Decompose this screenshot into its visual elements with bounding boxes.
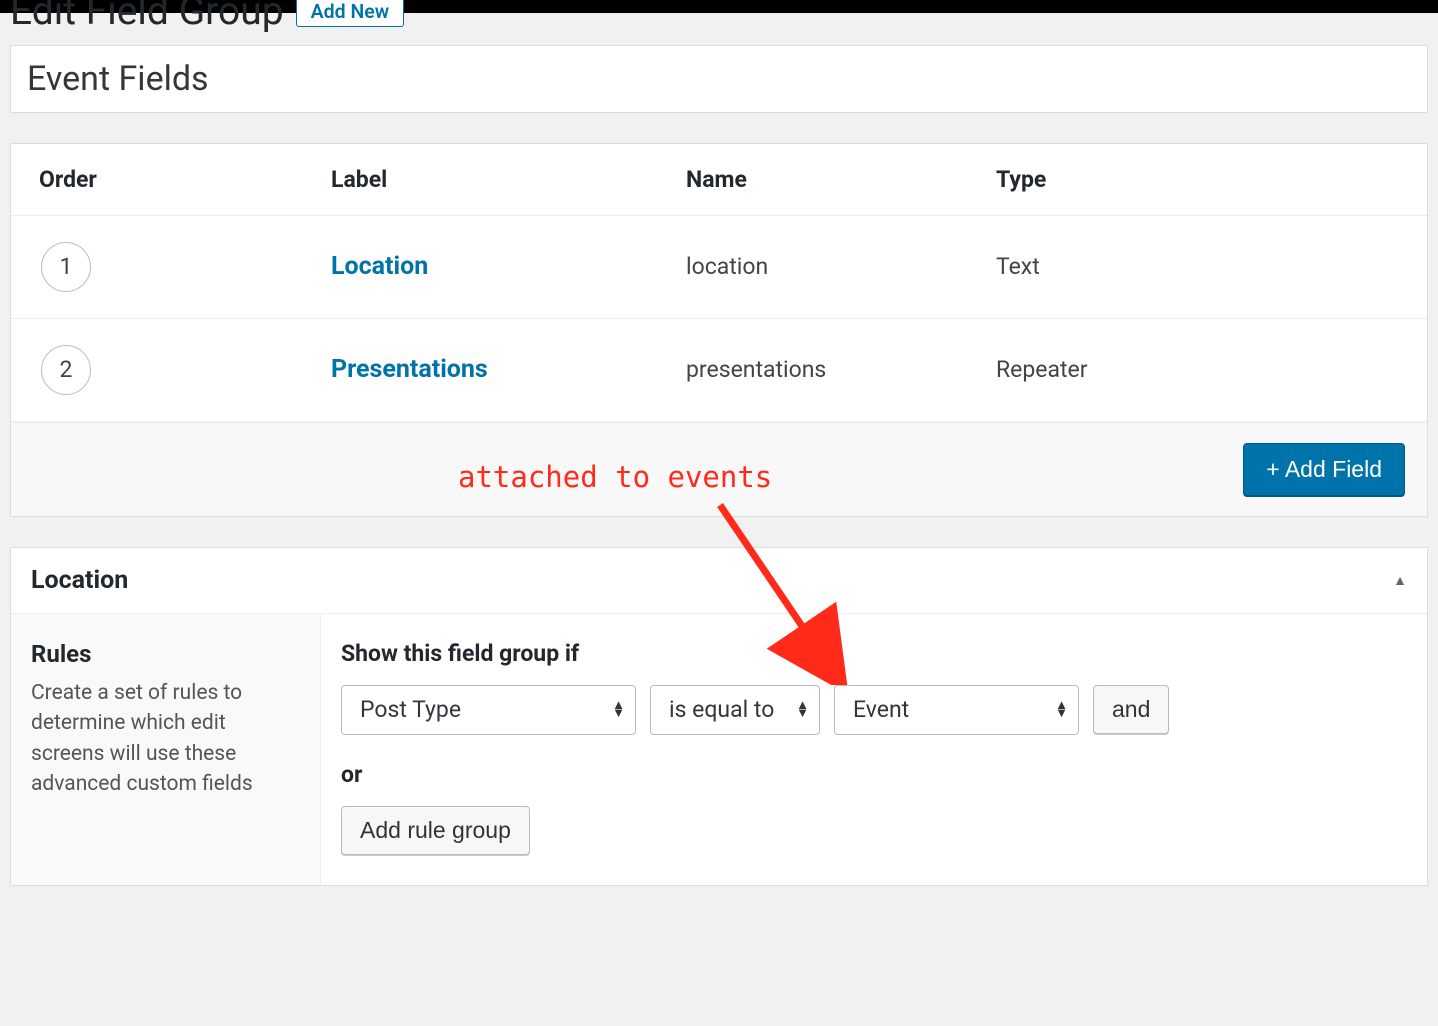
- location-panel-title: Location: [31, 566, 128, 595]
- add-new-button[interactable]: Add New: [296, 0, 405, 27]
- field-name-cell: location: [666, 215, 976, 318]
- page-title: Edit Field Group: [10, 0, 284, 33]
- fields-panel-footer: + Add Field: [11, 422, 1427, 516]
- select-stepper-icon: ▲▼: [796, 702, 809, 718]
- rules-description: Create a set of rules to determine which…: [31, 678, 300, 800]
- rules-sidebar: Rules Create a set of rules to determine…: [11, 614, 321, 885]
- rule-param-value: Post Type: [360, 696, 461, 723]
- rules-heading: Rules: [31, 640, 300, 668]
- rule-operator-value: is equal to: [669, 696, 774, 723]
- field-type-cell: Text: [976, 215, 1427, 318]
- rule-and-button[interactable]: and: [1093, 685, 1169, 734]
- rule-operator-select[interactable]: is equal to ▲▼: [650, 685, 820, 735]
- rule-param-select[interactable]: Post Type ▲▼: [341, 685, 636, 735]
- location-panel: Location ▲ Rules Create a set of rules t…: [10, 547, 1428, 886]
- fields-panel: Order Label Name Type 1 Location locatio…: [10, 143, 1428, 517]
- rules-area: Show this field group if Post Type ▲▼ is…: [321, 614, 1427, 885]
- col-header-type: Type: [976, 144, 1427, 216]
- order-badge[interactable]: 2: [41, 345, 91, 395]
- col-header-name: Name: [666, 144, 976, 216]
- rule-value-select[interactable]: Event ▲▼: [834, 685, 1079, 735]
- title-input-value: Event Fields: [27, 59, 1411, 99]
- add-field-button[interactable]: + Add Field: [1243, 443, 1405, 496]
- field-name-cell: presentations: [666, 318, 976, 421]
- rule-or-label: or: [341, 761, 1407, 788]
- field-label-link[interactable]: Location: [331, 252, 428, 281]
- collapse-toggle-icon[interactable]: ▲: [1393, 572, 1407, 589]
- title-input[interactable]: Event Fields: [10, 45, 1428, 113]
- field-row[interactable]: 2 Presentations presentations Repeater: [11, 318, 1427, 421]
- rule-value-value: Event: [853, 696, 909, 723]
- page-heading-row: Edit Field Group Add New: [10, 0, 1428, 45]
- col-header-label: Label: [311, 144, 666, 216]
- rules-instruction: Show this field group if: [341, 640, 1407, 667]
- field-label-link[interactable]: Presentations: [331, 355, 488, 384]
- field-row[interactable]: 1 Location location Text: [11, 215, 1427, 318]
- select-stepper-icon: ▲▼: [612, 702, 625, 718]
- col-header-order: Order: [11, 144, 311, 216]
- fields-table: Order Label Name Type 1 Location locatio…: [11, 144, 1427, 422]
- location-panel-header[interactable]: Location ▲: [11, 548, 1427, 614]
- select-stepper-icon: ▲▼: [1055, 702, 1068, 718]
- field-type-cell: Repeater: [976, 318, 1427, 421]
- order-badge[interactable]: 1: [41, 242, 91, 292]
- rule-row: Post Type ▲▼ is equal to ▲▼ Event ▲▼ and: [341, 685, 1407, 735]
- add-rule-group-button[interactable]: Add rule group: [341, 806, 530, 855]
